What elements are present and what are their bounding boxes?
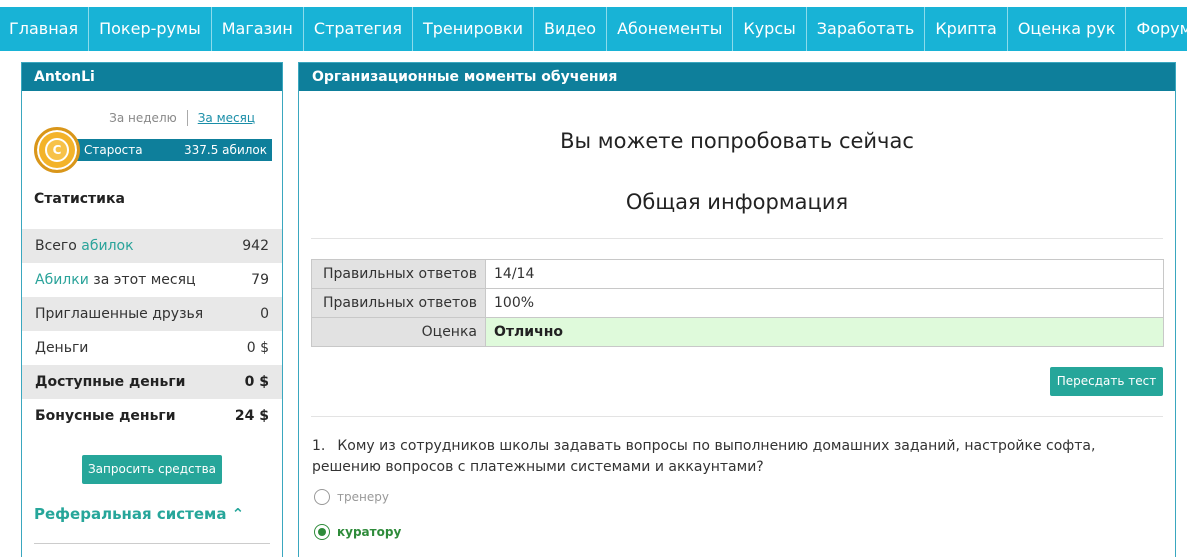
answer-option-curator[interactable]: куратору	[314, 524, 401, 540]
question-body: Кому из сотрудников школы задавать вопро…	[312, 438, 1096, 475]
stat-bonus-value: 24 $	[234, 408, 269, 424]
top-navigation: Главная Покер-румы Магазин Стратегия Тре…	[0, 7, 1187, 51]
main-panel: Организационные моменты обучения Вы може…	[298, 62, 1176, 557]
stat-total-prefix: Всего	[35, 238, 82, 254]
section-divider	[311, 238, 1163, 239]
user-sidebar: AntonLi За неделю За месяц Староста 337.…	[21, 62, 283, 557]
result-value: Отлично	[485, 317, 1164, 347]
stat-bonus-money: Бонусные деньги 24 $	[22, 399, 282, 433]
try-now-heading: Вы можете попробовать сейчас	[560, 129, 914, 153]
period-switch: За неделю За месяц	[109, 110, 255, 126]
stat-total-abilki: Всего абилок 942	[22, 229, 282, 263]
period-month-link[interactable]: За месяц	[198, 111, 255, 125]
stat-month-suffix: за этот месяц	[88, 272, 196, 288]
stat-money: Деньги 0 $	[22, 331, 282, 365]
table-row: Правильных ответов 100%	[311, 288, 1164, 318]
stat-invited-friends: Приглашенные друзья 0	[22, 297, 282, 331]
stat-bonus-label: Бонусные деньги	[35, 408, 176, 424]
sidebar-username: AntonLi	[22, 63, 282, 91]
period-divider	[186, 110, 188, 126]
nav-item-hand-review[interactable]: Оценка рук	[1008, 7, 1127, 51]
stat-month-accent[interactable]: Абилки	[35, 272, 89, 288]
stat-month-value: 79	[251, 272, 269, 288]
result-label: Правильных ответов	[311, 259, 486, 289]
answer-label: куратору	[337, 525, 402, 539]
result-label: Оценка	[311, 317, 486, 347]
table-row: Оценка Отлично	[311, 317, 1164, 347]
result-value: 100%	[485, 288, 1164, 318]
referral-system-toggle[interactable]: Реферальная система ⌃	[34, 505, 244, 523]
nav-item-training[interactable]: Тренировки	[413, 7, 535, 51]
nav-item-strategy[interactable]: Стратегия	[304, 7, 413, 51]
rank-points: 337.5 абилок	[184, 143, 267, 157]
stat-money-value: 0 $	[246, 340, 269, 356]
results-table: Правильных ответов 14/14 Правильных отве…	[311, 259, 1164, 347]
radio-checked-icon[interactable]	[314, 524, 330, 540]
question-text: 1. Кому из сотрудников школы задавать воп…	[312, 436, 1152, 478]
nav-item-video[interactable]: Видео	[534, 7, 608, 51]
stat-available-value: 0 $	[244, 374, 269, 390]
stat-month-abilki: Абилки за этот месяц 79	[22, 263, 282, 297]
section-divider	[311, 416, 1163, 417]
referral-divider	[34, 543, 270, 544]
general-info-heading: Общая информация	[625, 190, 849, 214]
result-label: Правильных ответов	[311, 288, 486, 318]
request-funds-button[interactable]: Запросить средства	[82, 455, 222, 484]
nav-item-subscriptions[interactable]: Абонементы	[607, 7, 734, 51]
period-week-link[interactable]: За неделю	[109, 111, 177, 125]
result-value: 14/14	[485, 259, 1164, 289]
stat-friends-value: 0	[260, 306, 269, 322]
nav-item-home[interactable]: Главная	[0, 7, 90, 51]
answer-option-trainer[interactable]: тренеру	[314, 489, 389, 505]
question-number: 1.	[312, 438, 326, 454]
stat-friends-label: Приглашенные друзья	[35, 306, 204, 322]
rank-chip-icon: C	[34, 127, 80, 173]
rank-bar: Староста 337.5 абилок	[64, 139, 272, 161]
nav-item-shop[interactable]: Магазин	[212, 7, 304, 51]
rank-label: Староста	[84, 143, 143, 157]
radio-unchecked-icon[interactable]	[314, 489, 330, 505]
stat-total-accent[interactable]: абилок	[81, 238, 133, 254]
retake-test-button[interactable]: Пересдать тест	[1050, 367, 1163, 396]
nav-item-earn[interactable]: Заработать	[807, 7, 926, 51]
stats-list: Всего абилок 942 Абилки за этот месяц 79…	[22, 229, 282, 433]
nav-item-poker-rooms[interactable]: Покер-румы	[89, 7, 212, 51]
stat-available-label: Доступные деньги	[35, 374, 186, 390]
table-row: Правильных ответов 14/14	[311, 259, 1164, 289]
stat-total-value: 942	[242, 238, 269, 254]
stat-money-label: Деньги	[35, 340, 89, 356]
stats-title: Статистика	[34, 191, 125, 207]
nav-item-courses[interactable]: Курсы	[733, 7, 807, 51]
answer-label: тренеру	[337, 490, 389, 504]
nav-item-crypto[interactable]: Крипта	[925, 7, 1008, 51]
rank-chip-letter: C	[45, 138, 69, 162]
panel-title: Организационные моменты обучения	[299, 63, 1175, 91]
stat-available-money: Доступные деньги 0 $	[22, 365, 282, 399]
nav-item-forum[interactable]: Форум	[1126, 7, 1187, 51]
